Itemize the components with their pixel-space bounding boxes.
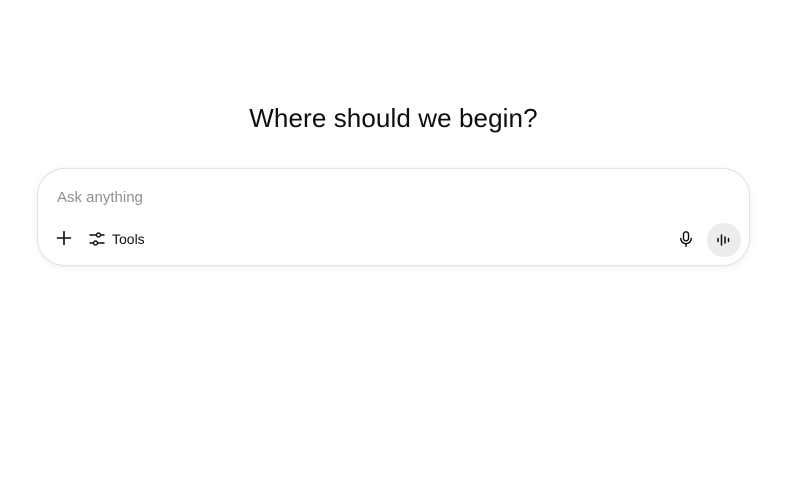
microphone-icon — [680, 231, 692, 248]
prompt-composer: Tools — [37, 168, 750, 266]
sliders-icon — [89, 232, 105, 246]
tools-button[interactable]: Tools — [88, 227, 145, 251]
prompt-input[interactable] — [57, 185, 697, 209]
dictate-button[interactable] — [674, 227, 698, 251]
voice-waveform-icon — [717, 234, 730, 246]
page-heading: Where should we begin? — [249, 103, 538, 133]
add-attachment-button[interactable] — [52, 226, 76, 250]
tools-label: Tools — [112, 231, 145, 247]
page: Where should we begin? Tools — [0, 0, 800, 500]
plus-icon — [56, 230, 72, 246]
voice-mode-button[interactable] — [707, 223, 741, 257]
